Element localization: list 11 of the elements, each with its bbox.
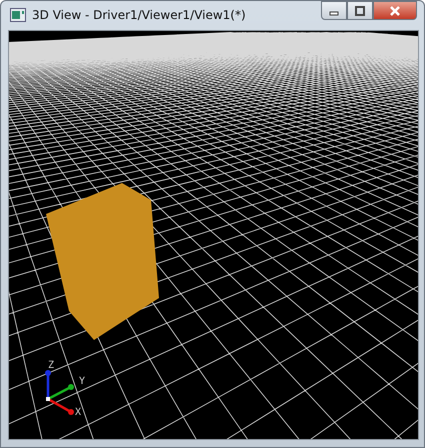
close-icon <box>389 6 401 16</box>
minimize-button[interactable] <box>321 1 347 20</box>
axis-label: Y <box>79 376 86 387</box>
axis-label: X <box>75 406 82 418</box>
close-button[interactable] <box>373 1 417 20</box>
app-icon <box>10 8 26 22</box>
maximize-button[interactable] <box>347 1 373 20</box>
window-title: 3D View - Driver1/Viewer1/View1(*) <box>32 8 247 22</box>
axis-label: Z <box>48 360 54 371</box>
maximize-icon <box>355 6 365 16</box>
origin-marker <box>46 396 50 401</box>
